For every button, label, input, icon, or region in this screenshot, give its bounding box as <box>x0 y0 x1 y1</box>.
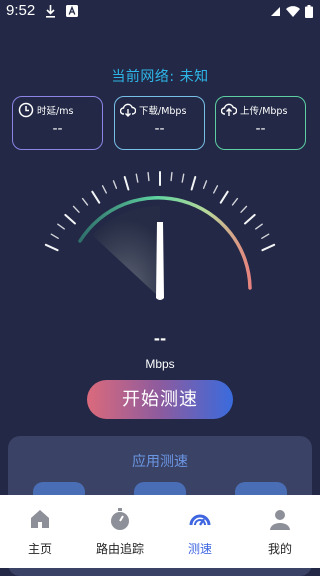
nav-mine-label: 我的 <box>267 542 292 556</box>
clock-icon <box>18 102 34 118</box>
download-label: 下载/Mbps <box>139 106 187 117</box>
gauge-tick <box>261 233 270 240</box>
gauge-tick <box>44 243 59 252</box>
app-a-icon <box>66 5 78 17</box>
gauge-fill-sector <box>92 205 160 298</box>
gauge-tick <box>261 243 276 252</box>
gauge-tick <box>81 197 89 206</box>
nav-mine[interactable]: 我的 <box>240 495 320 568</box>
network-status: 当前网络: 未知 <box>111 69 209 85</box>
nav-route-trace-label: 路由追踪 <box>95 542 144 556</box>
gauge-tick <box>202 180 208 190</box>
app-speed-title: 应用测速 <box>132 454 188 470</box>
gauge-tick <box>244 213 256 225</box>
gauge-tick <box>254 223 263 230</box>
speedometer-icon <box>189 514 211 526</box>
download-card: 下载/Mbps -- <box>114 96 205 150</box>
download-value: -- <box>154 121 165 137</box>
home-icon <box>31 510 49 528</box>
download-icon <box>46 5 55 18</box>
speed-unit: Mbps <box>145 357 175 371</box>
latency-value: -- <box>52 121 63 137</box>
cloud-download-icon <box>120 103 136 117</box>
nav-speed-test[interactable]: 测速 <box>160 495 240 568</box>
gauge-tick <box>64 213 76 225</box>
gauge-tick <box>190 176 197 191</box>
nav-home[interactable]: 主页 <box>0 495 80 568</box>
gauge-tick <box>135 173 139 183</box>
cloud-upload-icon <box>221 103 237 116</box>
signal-icon <box>271 7 280 16</box>
status-time: 9:52 <box>6 2 36 19</box>
gauge-tick <box>112 180 118 190</box>
upload-value: -- <box>255 121 266 137</box>
upload-card: 上传/Mbps -- <box>215 96 306 150</box>
gauge-tick <box>240 205 248 213</box>
nav-home-label: 主页 <box>27 542 52 556</box>
speed-value: -- <box>153 330 167 348</box>
gauge-tick <box>57 223 66 230</box>
status-bar: 9:52 <box>0 0 320 24</box>
gauge-tick <box>170 171 173 182</box>
latency-card: 时延/ms -- <box>12 96 103 150</box>
user-icon <box>270 510 290 530</box>
gauge-tick <box>50 233 59 240</box>
nav-route-trace[interactable]: 路由追踪 <box>80 495 160 568</box>
gauge-tick <box>181 173 185 183</box>
stopwatch-icon <box>111 508 129 530</box>
gauge-needle <box>156 222 164 300</box>
gauge-tick <box>72 205 80 213</box>
upload-label: 上传/Mbps <box>240 106 288 117</box>
bottom-nav: 主页 路由追踪 测速 我的 <box>0 495 320 568</box>
gauge-tick <box>123 176 130 191</box>
gauge-tick <box>147 171 150 182</box>
start-test-button[interactable]: 开始测速 <box>87 380 233 419</box>
nav-speed-test-label: 测速 <box>187 542 212 556</box>
battery-icon <box>305 5 313 18</box>
wifi-icon <box>286 6 300 17</box>
speed-gauge <box>44 171 276 300</box>
gauge-tick <box>91 190 101 204</box>
gauge-tick <box>101 185 108 194</box>
gauge-tick <box>219 190 229 204</box>
gauge-tick <box>231 197 239 206</box>
gauge-tick <box>212 185 219 194</box>
latency-label: 时延/ms <box>37 106 74 117</box>
